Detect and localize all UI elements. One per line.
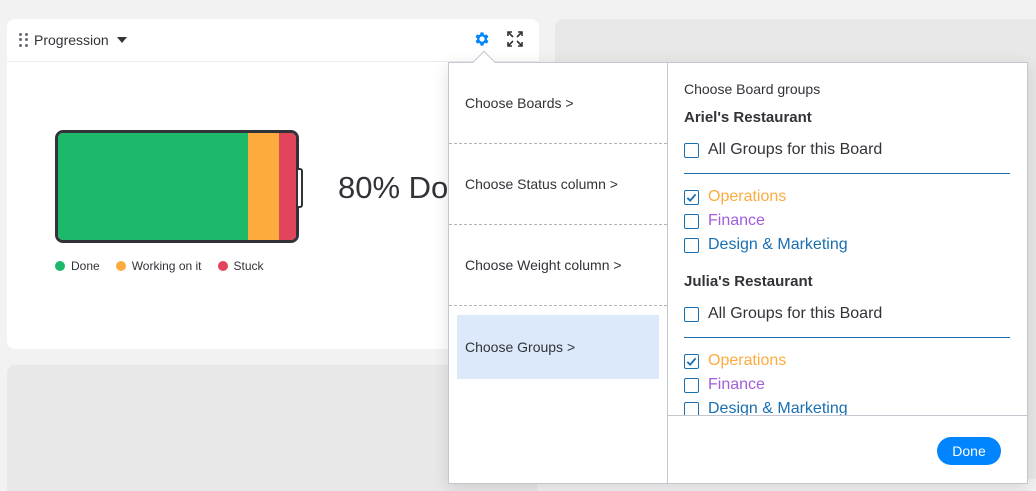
board-group-block: Ariel's Restaurant All Groups for this Bo… [684,109,1010,257]
drag-handle-icon[interactable] [19,33,28,47]
checkbox[interactable] [684,306,699,322]
checkbox[interactable] [684,142,699,158]
checkbox-label: All Groups for this Board [708,305,883,322]
board-name: Julia's Restaurant [684,273,813,290]
legend-dot [115,261,126,271]
battery-tip [298,168,303,208]
battery-segment-stuck [279,133,296,240]
done-button[interactable]: Done [937,437,1001,465]
chevron-down-icon[interactable] [116,37,127,43]
divider [684,173,1010,174]
checkbox[interactable] [684,353,699,369]
group-checkbox-row[interactable]: Operations [684,185,1010,209]
checkbox[interactable] [684,189,699,205]
menu-item-choose-groups[interactable]: Choose Groups > [449,306,667,387]
legend: Done Working on it Stuck [55,259,264,273]
group-checkbox-row[interactable]: Design & Marketing [684,233,1010,257]
settings-menu: Choose Boards > Choose Status column > C… [449,63,668,483]
checkbox[interactable] [684,237,699,253]
legend-item: Working on it [115,259,202,273]
widget-title[interactable]: Progression [34,32,109,48]
battery-segment-working-on-it [248,133,280,240]
menu-item-choose-boards[interactable]: Choose Boards > [449,63,667,144]
expand-icon[interactable] [505,29,525,49]
groups-list[interactable]: Choose Board groups Ariel's Restaurant Al… [668,63,1027,417]
group-checkbox-row[interactable]: Finance [684,373,1010,397]
legend-item: Done [55,259,100,273]
group-label: Finance [708,376,765,393]
checkbox[interactable] [684,377,699,393]
group-checkbox-row[interactable]: Finance [684,209,1010,233]
checkbox[interactable] [684,213,699,229]
menu-item-selected: Choose Groups > [457,314,659,379]
battery-segment-done [58,133,249,240]
legend-dot [55,261,65,271]
board-group-block: Julia's Restaurant All Groups for this Bo… [684,273,1010,417]
group-label: Operations [708,352,787,369]
settings-popover: Choose Boards > Choose Status column > C… [448,62,1028,484]
groups-panel: Choose Board groups Ariel's Restaurant Al… [668,63,1027,483]
divider [684,337,1010,338]
menu-item-choose-weight-column[interactable]: Choose Weight column > [449,225,667,306]
legend-label: Working on it [131,259,202,273]
all-groups-checkbox-row[interactable]: All Groups for this Board [684,138,1010,162]
panel-footer: Done [668,415,1027,483]
board-name: Ariel's Restaurant [684,109,812,126]
legend-label: Stuck [233,259,264,273]
group-label: Finance [708,212,765,229]
legend-label: Done [71,259,100,273]
widget-header: Progression [7,19,539,62]
legend-item: Stuck [217,259,264,273]
group-label: Design & Marketing [708,236,848,253]
gear-icon[interactable] [472,29,492,49]
group-label: Operations [708,188,787,205]
all-groups-checkbox-row[interactable]: All Groups for this Board [684,302,1010,326]
legend-dot [217,261,228,271]
group-checkbox-row[interactable]: Operations [684,349,1010,373]
checkbox-label: All Groups for this Board [708,141,883,158]
menu-item-choose-status-column[interactable]: Choose Status column > [449,144,667,225]
battery-progress [55,130,299,243]
groups-panel-title: Choose Board groups [684,81,821,97]
group-checkbox-row[interactable]: Design & Marketing [684,397,1010,417]
